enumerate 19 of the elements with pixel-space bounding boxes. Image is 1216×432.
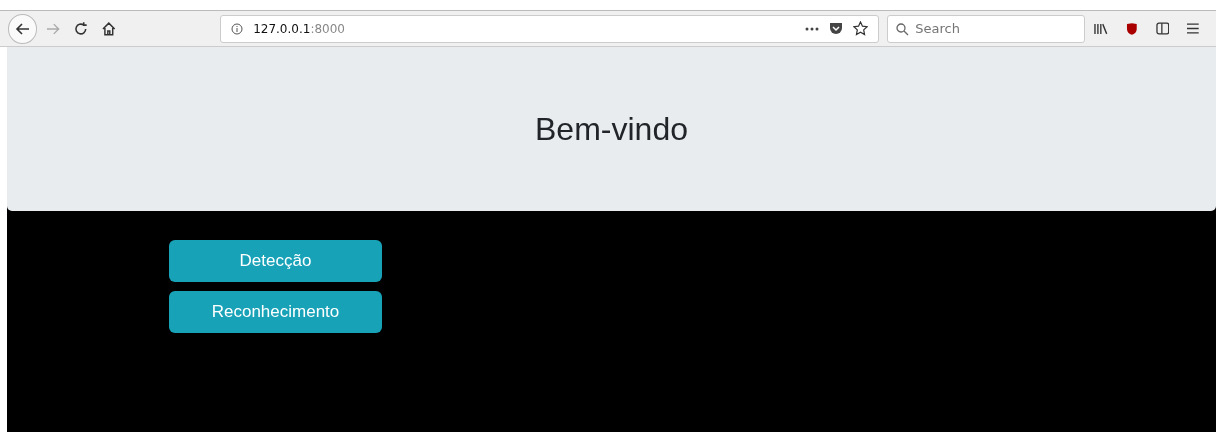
search-icon [896, 22, 910, 36]
star-icon[interactable] [853, 21, 869, 36]
nav-button[interactable]: Detecção [169, 240, 382, 282]
library-icon[interactable] [1094, 22, 1108, 35]
url-port: :8000 [310, 21, 345, 36]
address-bar[interactable]: 127.0.0.1:8000 [220, 14, 880, 43]
back-button[interactable] [8, 13, 38, 44]
reload-icon[interactable] [72, 20, 89, 37]
home-icon[interactable] [100, 20, 117, 37]
url-host: 127.0.0.1 [253, 21, 311, 36]
more-icon[interactable] [805, 26, 820, 31]
menu-icon[interactable] [1187, 23, 1199, 34]
pocket-icon[interactable] [829, 22, 844, 35]
search-field[interactable]: Search [887, 14, 1086, 43]
info-icon[interactable] [231, 22, 244, 35]
page-title: Bem-vindo [535, 110, 688, 148]
nav-button[interactable]: Reconhecimento [169, 291, 382, 333]
sidebar-icon[interactable] [1155, 22, 1170, 35]
shield-icon[interactable] [1125, 21, 1138, 36]
